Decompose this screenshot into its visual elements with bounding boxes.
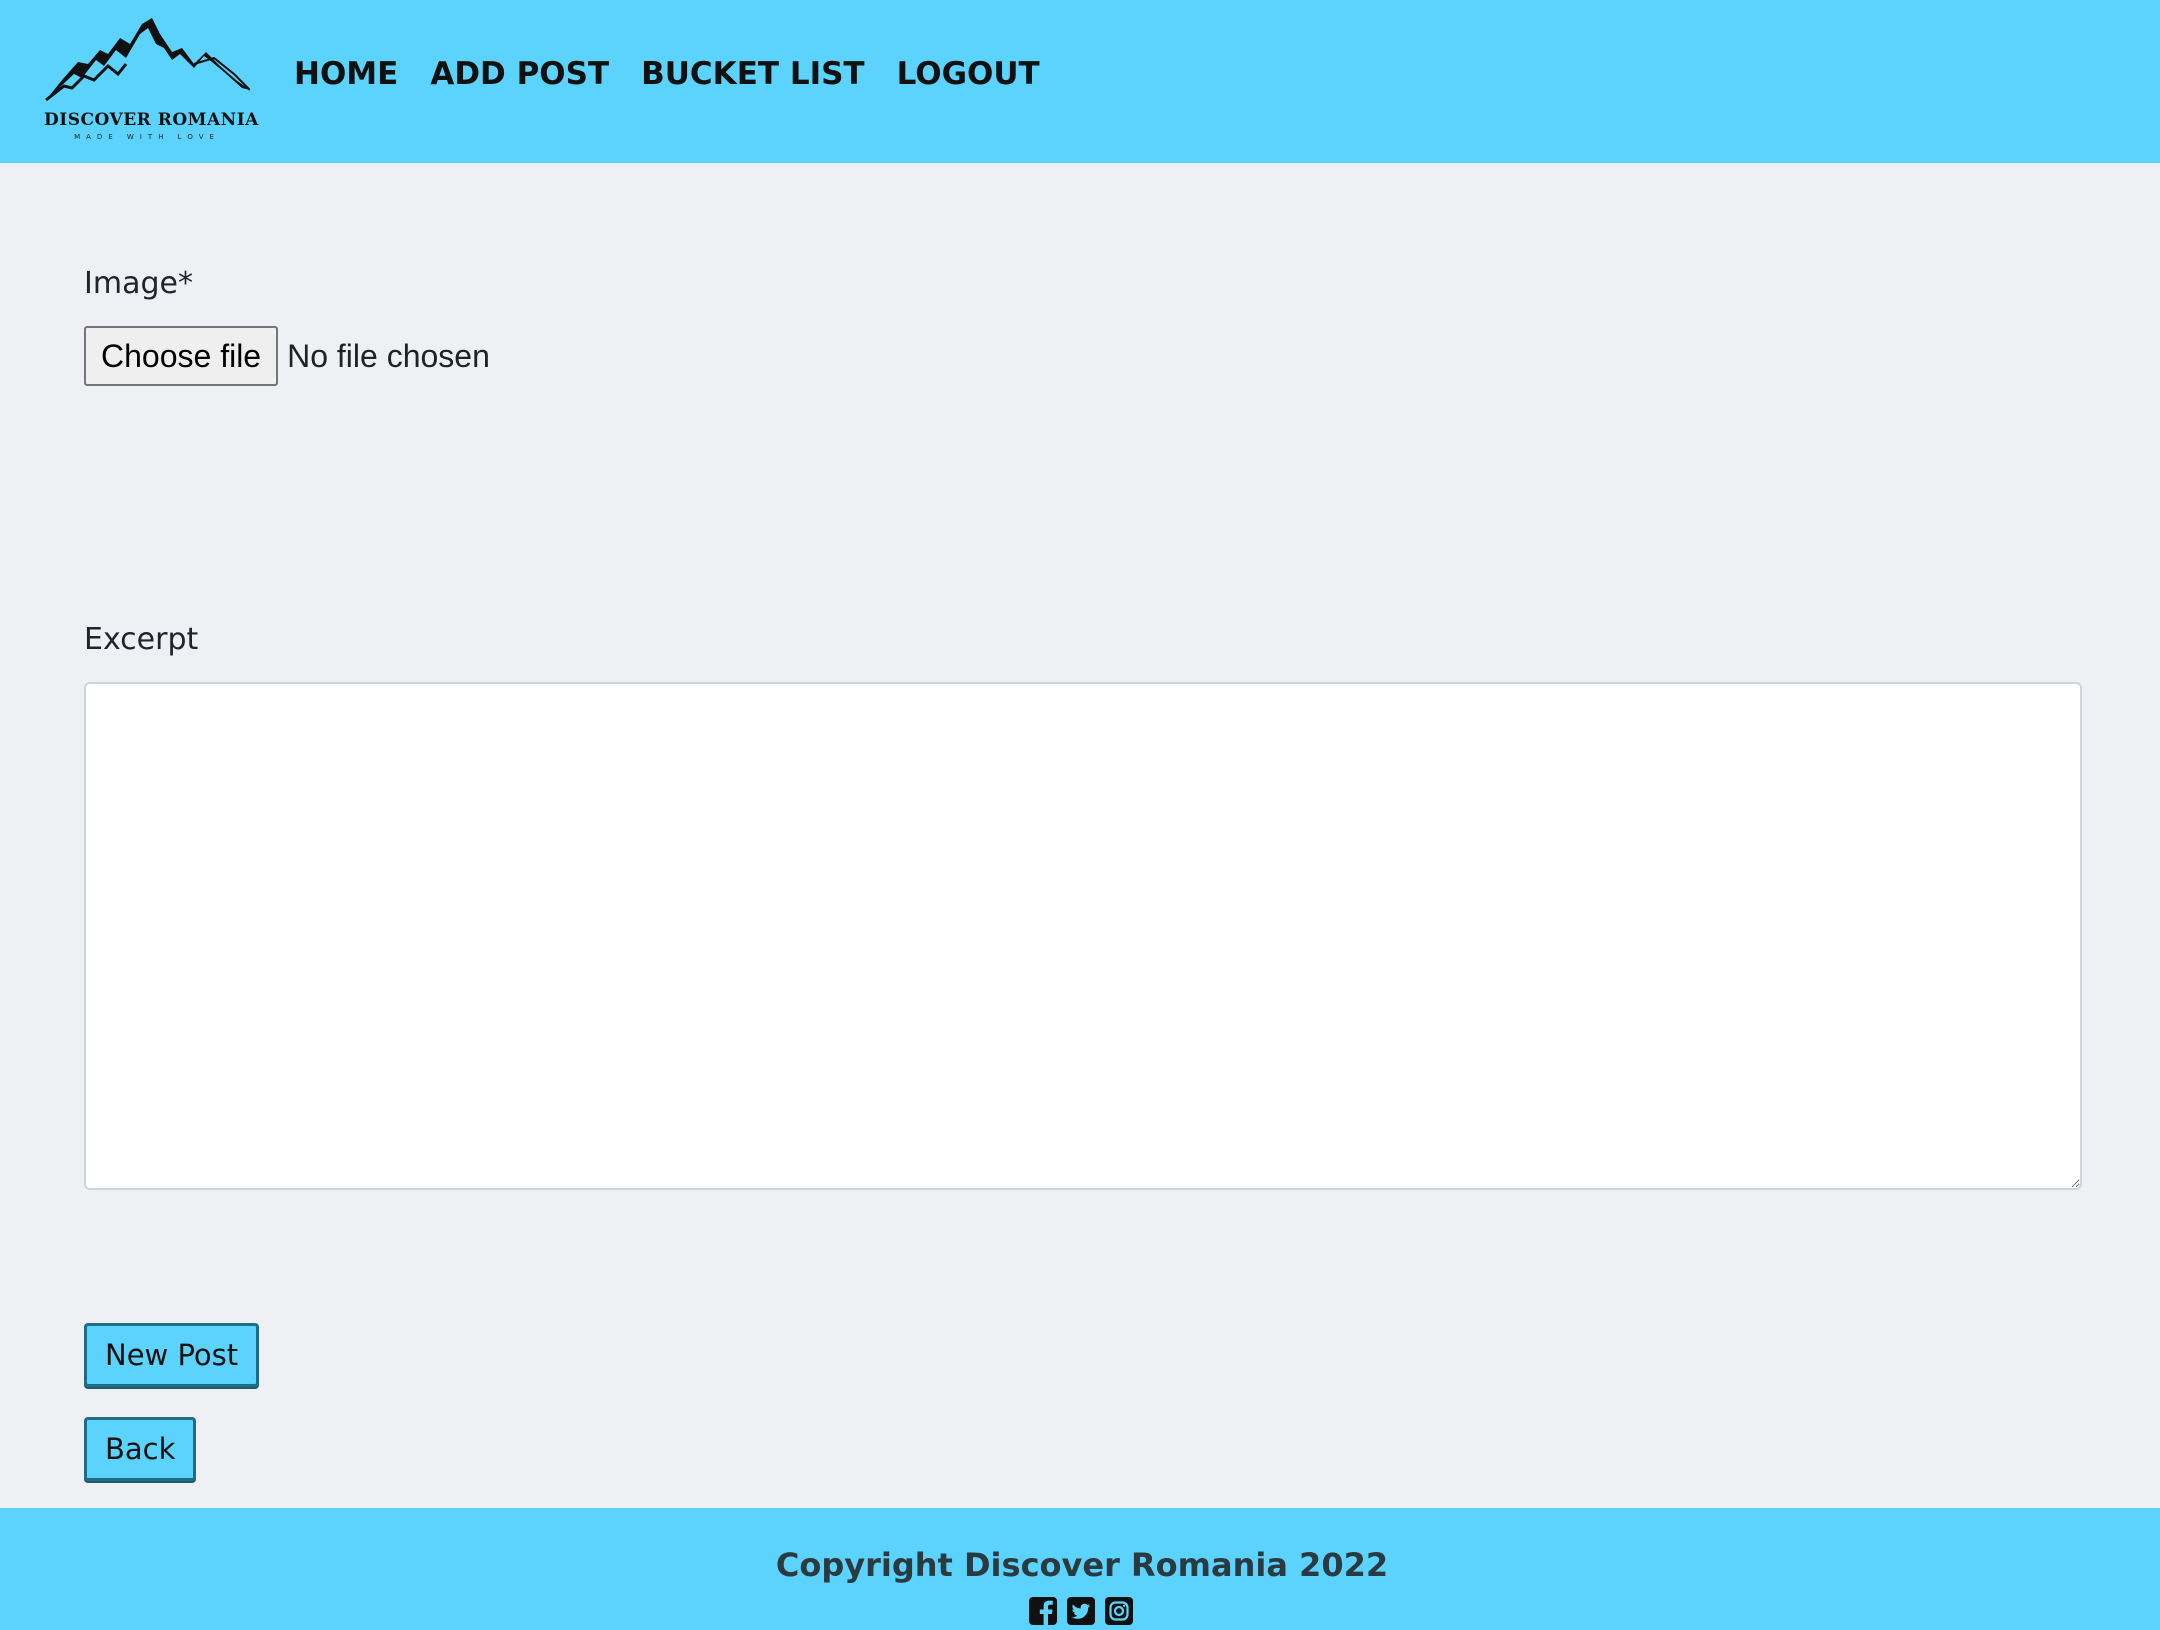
- excerpt-label: Excerpt: [84, 622, 199, 657]
- main-nav: HOME ADD POST BUCKET LIST LOGOUT: [294, 56, 1072, 92]
- excerpt-textarea[interactable]: [84, 682, 2082, 1190]
- facebook-icon[interactable]: [1028, 1596, 1058, 1626]
- image-file-input[interactable]: Choose file No file chosen: [84, 326, 490, 386]
- file-status-text: No file chosen: [287, 337, 490, 374]
- copyright-text: Copyright Discover Romania 2022: [775, 1546, 1389, 1584]
- nav-home-link[interactable]: HOME: [294, 56, 398, 92]
- choose-file-button[interactable]: Choose file: [84, 326, 279, 386]
- nav-add-post-link[interactable]: ADD POST: [430, 56, 609, 92]
- nav-bucket-list-link[interactable]: BUCKET LIST: [641, 56, 864, 92]
- brand-subtitle: MADE WITH LOVE: [74, 133, 220, 141]
- navbar: DISCOVER ROMANIA MADE WITH LOVE HOME ADD…: [0, 0, 2160, 163]
- back-button[interactable]: Back: [84, 1417, 197, 1481]
- instagram-icon[interactable]: [1104, 1596, 1134, 1626]
- twitter-icon[interactable]: [1066, 1596, 1096, 1626]
- nav-logout-link[interactable]: LOGOUT: [897, 56, 1040, 92]
- brand-logo[interactable]: DISCOVER ROMANIA MADE WITH LOVE: [44, 14, 259, 141]
- new-post-button[interactable]: New Post: [84, 1323, 260, 1387]
- social-links: [1028, 1596, 1134, 1626]
- image-label: Image*: [84, 266, 193, 301]
- brand-title: DISCOVER ROMANIA: [44, 110, 259, 130]
- footer: Copyright Discover Romania 2022: [0, 1508, 2160, 1630]
- mountain-logo-icon: [45, 18, 250, 102]
